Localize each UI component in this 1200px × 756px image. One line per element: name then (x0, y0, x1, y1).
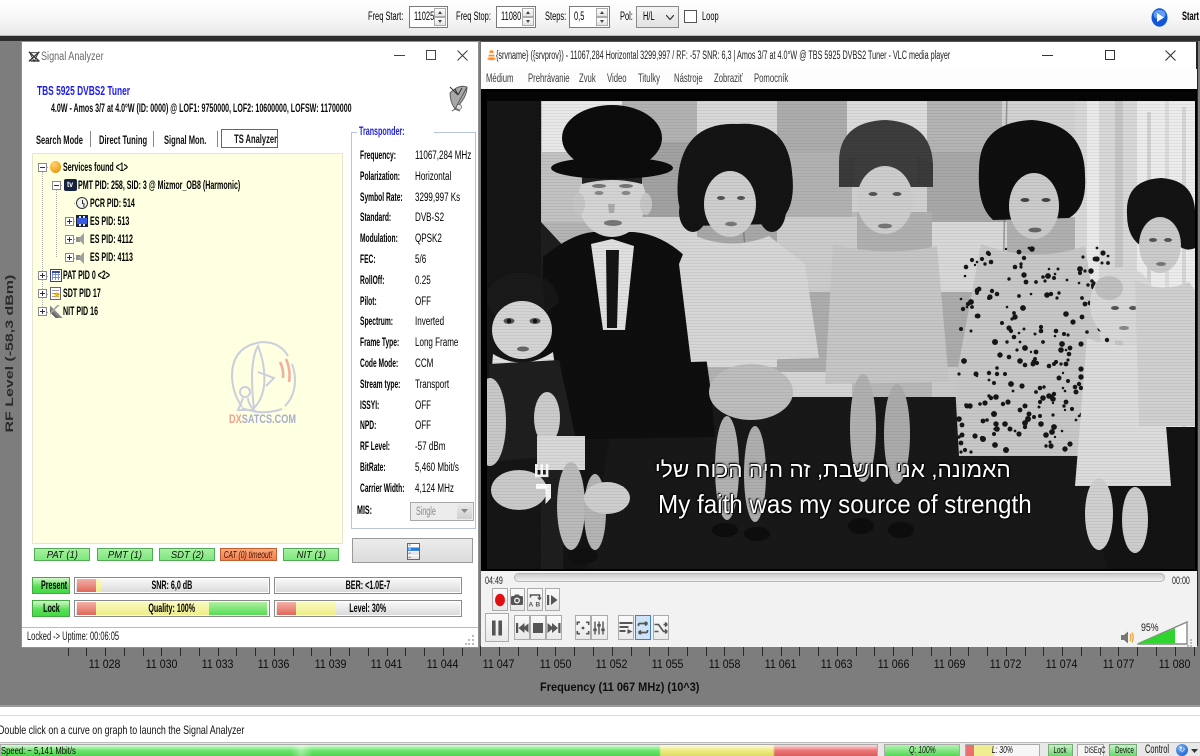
svg-text:DXSATCS.COM: DXSATCS.COM (229, 414, 296, 426)
svg-text:B: B (535, 601, 540, 606)
svg-text:A: A (528, 601, 533, 606)
